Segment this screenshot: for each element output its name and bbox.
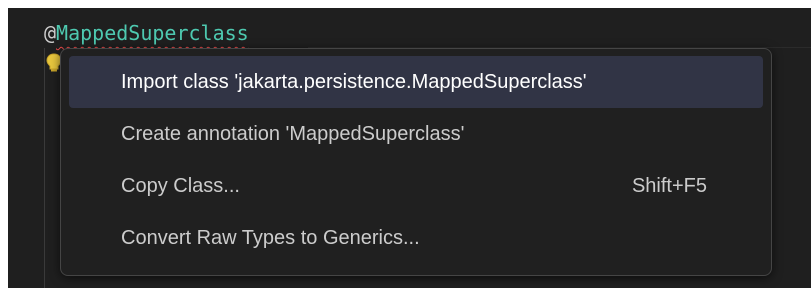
annotation-at-sign: @ [44, 21, 57, 45]
menu-item-label: Create annotation 'MappedSuperclass' [121, 122, 465, 145]
menu-item-shortcut: Shift+F5 [631, 174, 707, 197]
menu-item-label: Convert Raw Types to Generics... [121, 226, 420, 249]
menu-item-create-annotation[interactable]: Create annotation 'MappedSuperclass' [69, 108, 763, 160]
menu-item-import-class[interactable]: Import class 'jakarta.persistence.Mapped… [69, 56, 763, 108]
screenshot: @MappedSuperclass Import class 'jakarta.… [0, 0, 811, 289]
quick-fix-menu: Import class 'jakarta.persistence.Mapped… [60, 48, 772, 276]
code-line[interactable]: @MappedSuperclass [44, 17, 249, 49]
menu-item-label: Import class 'jakarta.persistence.Mapped… [121, 70, 587, 93]
menu-item-label: Copy Class... [121, 174, 240, 197]
menu-item-copy-class[interactable]: Copy Class... Shift+F5 [69, 160, 763, 212]
indent-guide [44, 48, 45, 288]
menu-item-convert-raw-types[interactable]: Convert Raw Types to Generics... [69, 212, 763, 264]
annotation-name[interactable]: MappedSuperclass [56, 21, 249, 45]
